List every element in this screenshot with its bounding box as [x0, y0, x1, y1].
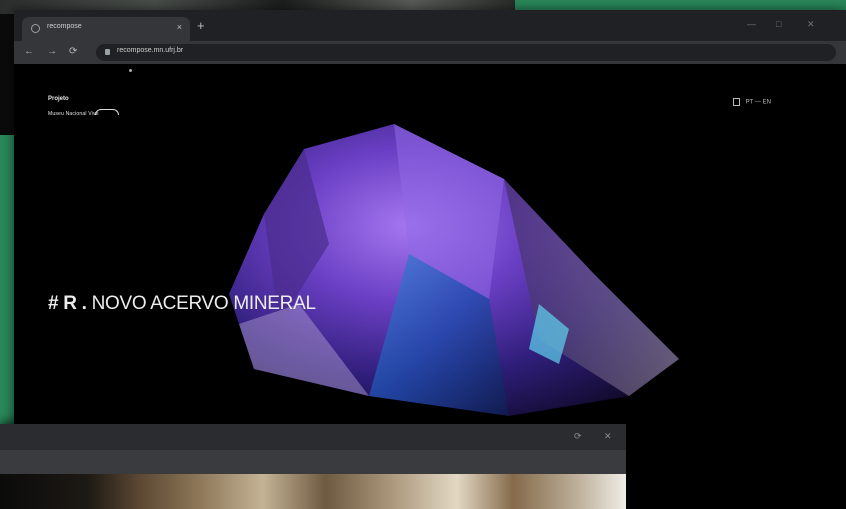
site-logo[interactable]: Projeto Museu Nacional Vive — [48, 96, 119, 117]
reload-icon[interactable]: ⟳ — [69, 46, 77, 57]
second-toolbar: ⋮ — [0, 450, 626, 494]
logo-line-2: Museu Nacional Vive — [48, 111, 99, 117]
lang-separator: — — [754, 99, 761, 106]
browser-tab[interactable]: recompose × — [22, 17, 190, 41]
tab-bar: recompose × + — □ ✕ — [14, 10, 846, 41]
museum-arch-icon — [95, 109, 119, 115]
background-green-panel-left — [0, 135, 14, 425]
forward-arrow-icon[interactable]: → — [47, 46, 57, 57]
close-icon[interactable]: ✕ — [604, 431, 612, 442]
language-switcher[interactable]: PT — EN — [733, 98, 771, 106]
lock-icon — [105, 49, 110, 55]
tab-title: recompose — [47, 23, 82, 30]
close-window-button[interactable]: ✕ — [807, 19, 815, 30]
url-text[interactable]: recompose.mn.ufrj.br — [117, 47, 183, 54]
lang-alternate[interactable]: EN — [763, 100, 771, 106]
browser-toolbar: ← → ⟳ recompose.mn.ufrj.br — [14, 41, 846, 64]
close-icon[interactable]: × — [177, 22, 182, 32]
document-icon — [733, 98, 740, 106]
second-tab-bar: ⟳ ✕ — [0, 424, 626, 450]
hero-title-text: NOVO ACERVO MINERAL — [91, 293, 316, 314]
back-arrow-icon[interactable]: ← — [24, 46, 34, 57]
reload-icon[interactable]: ⟳ — [574, 431, 582, 442]
hero-title: # R . NOVO ACERVO MINERAL — [48, 293, 316, 315]
second-page-photo — [0, 474, 626, 509]
globe-icon — [31, 24, 40, 33]
cursor-dot — [129, 69, 132, 72]
maximize-button[interactable]: □ — [776, 19, 781, 29]
plus-icon[interactable]: + — [197, 19, 205, 32]
minimize-button[interactable]: — — [747, 19, 756, 29]
logo-line-1: Projeto — [48, 96, 69, 102]
hero-prefix: # R . — [48, 293, 87, 314]
address-bar[interactable]: recompose.mn.ufrj.br — [96, 44, 836, 61]
fluorite-crystal-image — [229, 124, 679, 416]
second-browser-window: ⟳ ✕ ⋮ — [0, 424, 626, 509]
lang-current[interactable]: PT — [746, 100, 754, 106]
